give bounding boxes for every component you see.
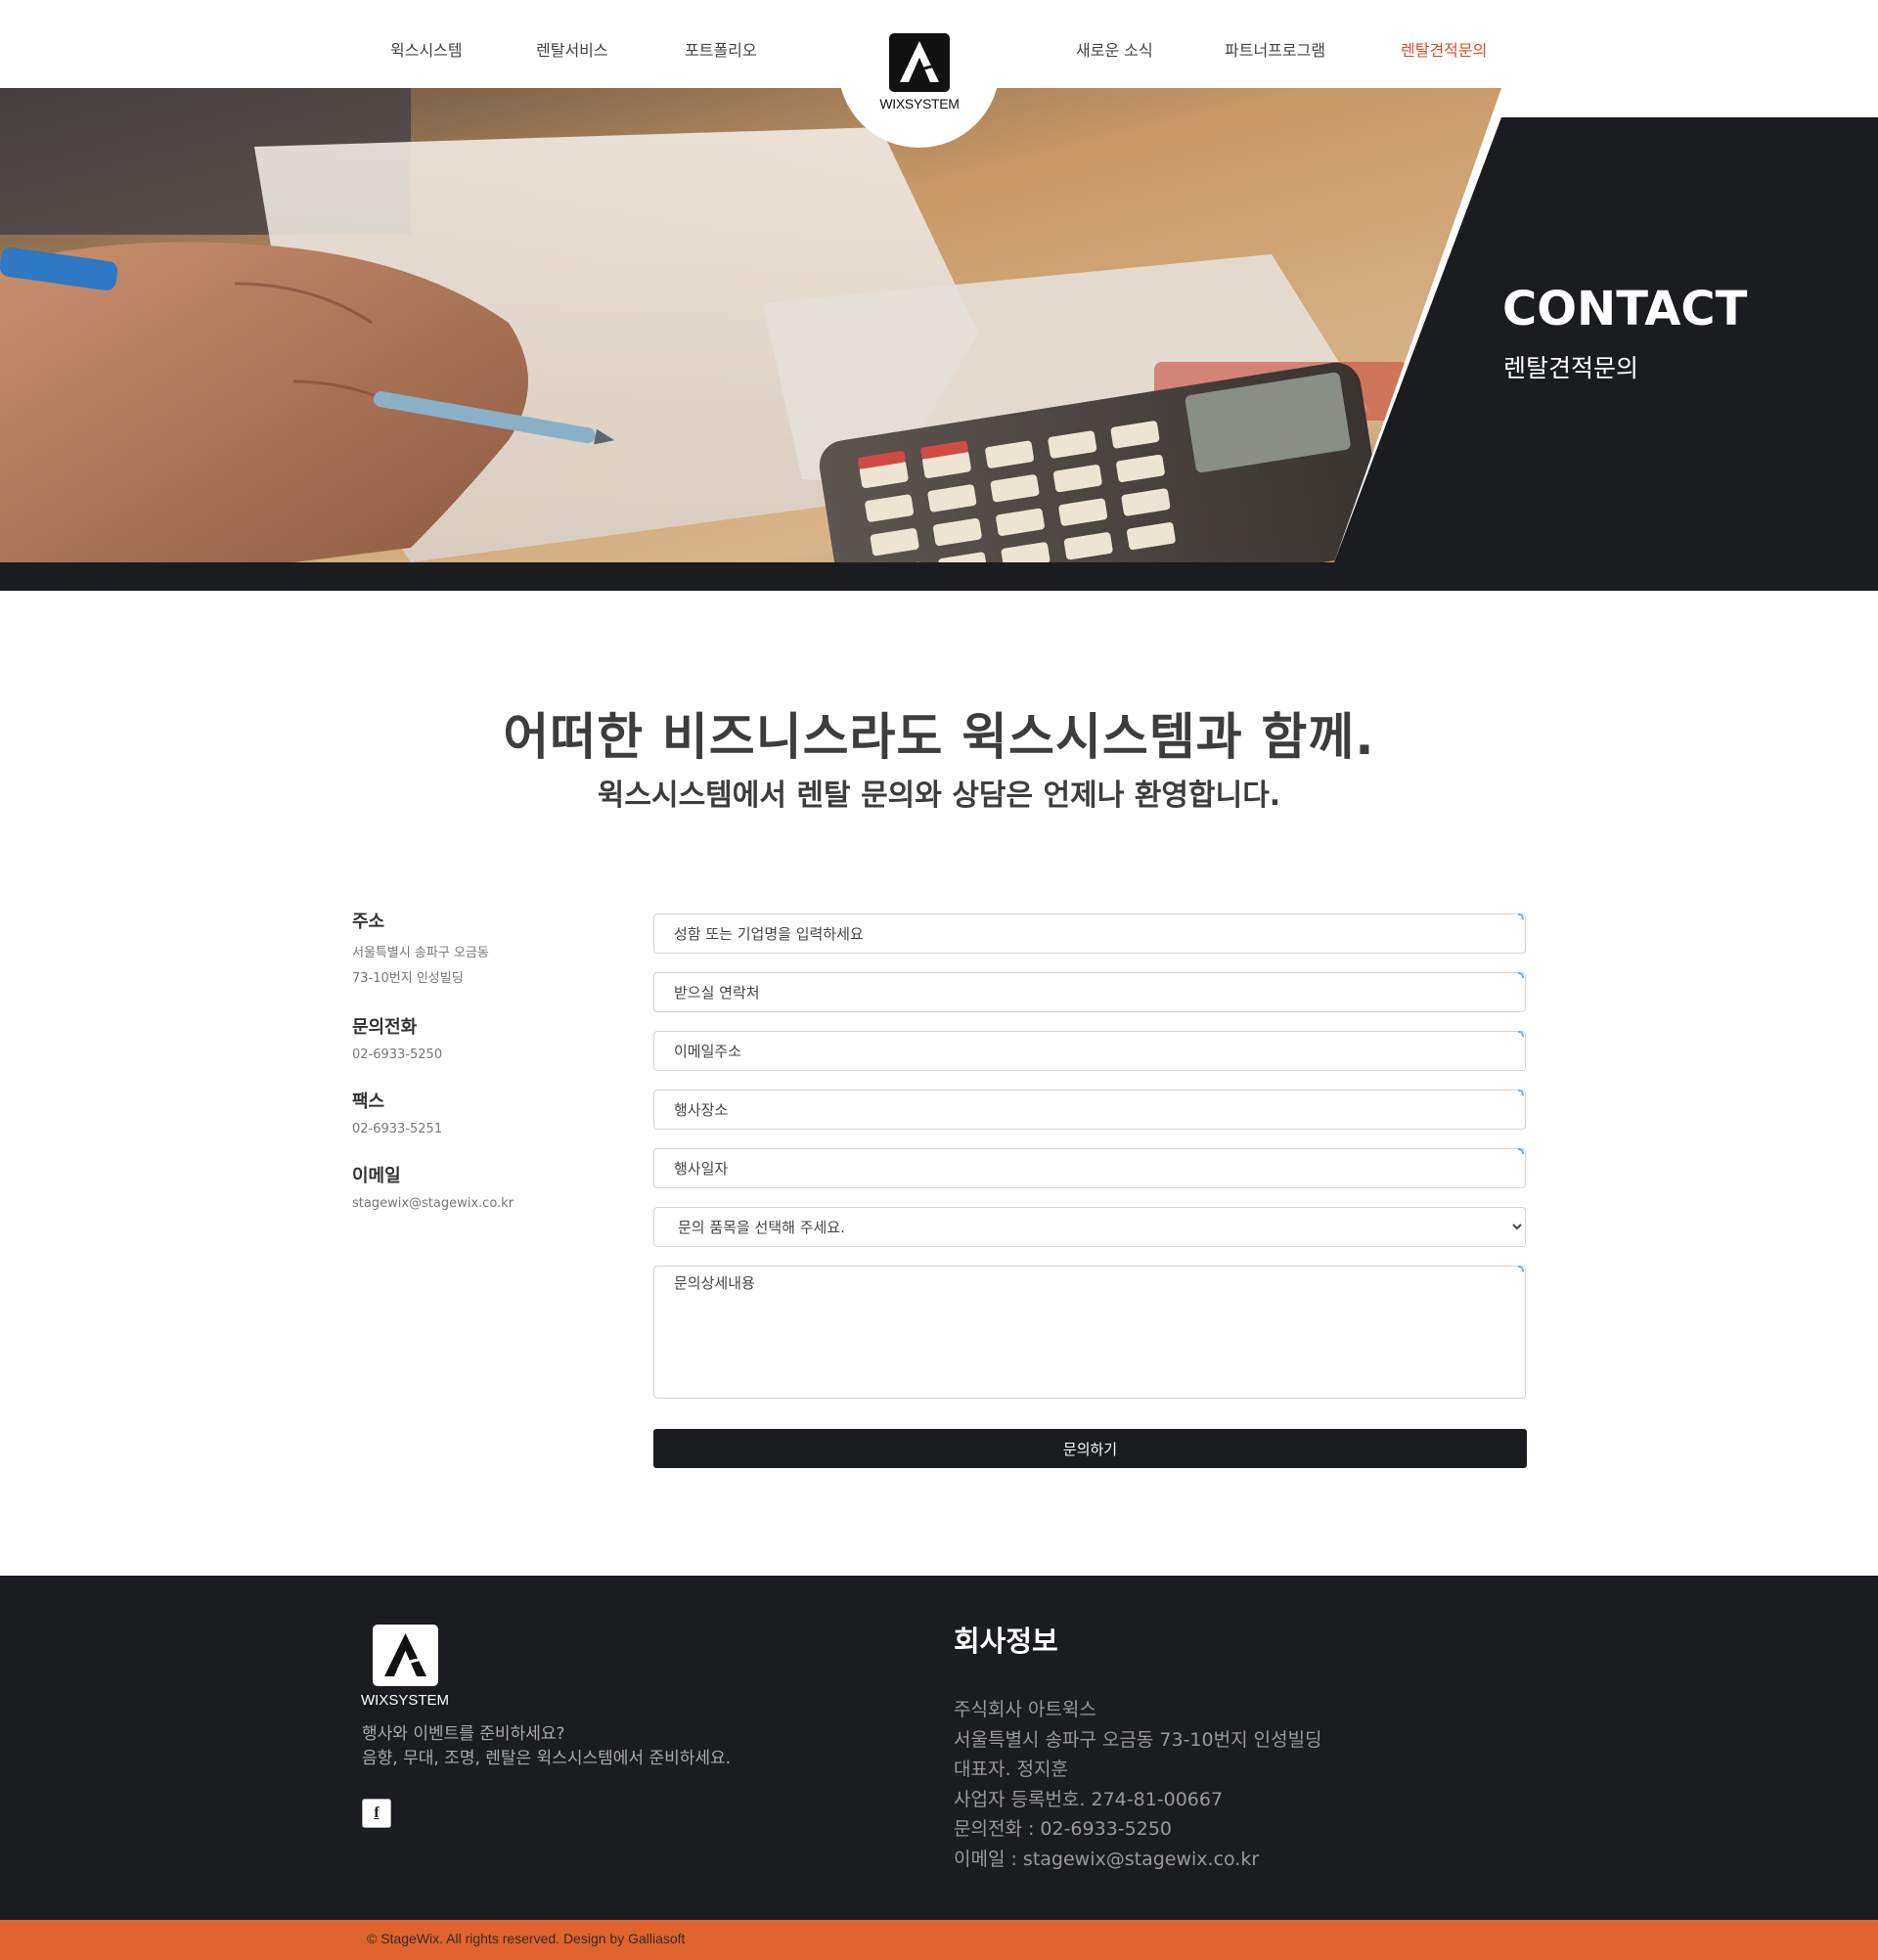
email-input[interactable] [653,1031,1526,1071]
footer-a-logo-icon[interactable] [373,1625,438,1686]
address-label: 주소 [352,912,385,932]
nav-item-rental-quote[interactable]: 렌탈견적문의 [1401,37,1487,61]
a-logo-icon[interactable] [889,33,950,92]
company-phone: 문의전화 : 02-6933-5250 [954,1818,1172,1840]
company-ceo: 대표자. 정지훈 [954,1759,1068,1780]
nav-item-partner-program[interactable]: 파트너프로그램 [1225,37,1325,61]
company-info-heading: 회사정보 [954,1625,1058,1658]
contact-info: 주소 서울특별시 송파구 오금동 73-10번지 인성빌딩 문의전화 02-69… [352,908,606,1217]
hero-banner [0,88,1878,591]
nav-item-news[interactable]: 새로운 소식 [1076,37,1153,61]
address-line2: 73-10번지 인성빌딩 [352,971,464,986]
logo-text: WIXSYSTEM [879,96,960,111]
footer-tagline-line2: 음향, 무대, 조명, 렌탈은 윅스시스템에서 준비하세요. [362,1749,732,1768]
details-textarea[interactable] [653,1266,1526,1399]
company-registration: 사업자 등록번호. 274-81-00667 [954,1788,1224,1810]
phone-value: 02-6933-5250 [352,1047,443,1062]
phone-label: 문의전화 [352,1017,418,1038]
hero-bottom-band [0,562,1878,591]
email-label: 이메일 [352,1166,401,1186]
event-date-input[interactable] [653,1148,1526,1188]
fax-value: 02-6933-5251 [352,1122,443,1136]
footer-tagline-line1: 행사와 이벤트를 준비하세요? [362,1724,565,1744]
company-info-list: 주식회사 아트윅스 서울특별시 송파구 오금동 73-10번지 인성빌딩 대표자… [954,1695,1322,1874]
company-email: 이메일 : stagewix@stagewix.co.kr [954,1848,1260,1870]
nav-item-portfolio[interactable]: 포트폴리오 [685,37,757,61]
address-line1: 서울특별시 송파구 오금동 [352,946,489,960]
intro-subline: 윅스시스템에서 렌탈 문의와 상담은 언제나 환영합니다. [597,779,1281,813]
fax-label: 팩스 [352,1091,385,1112]
hero-title: CONTACT [1502,282,1748,336]
footer [0,1576,1878,1920]
facebook-icon[interactable]: f [362,1799,391,1828]
footer-tagline: 행사와 이벤트를 준비하세요? 음향, 무대, 조명, 렌탈은 윅스시스템에서 … [362,1722,731,1771]
company-address: 서울특별시 송파구 오금동 73-10번지 인성빌딩 [954,1728,1322,1751]
name-input[interactable] [653,913,1526,954]
category-select[interactable]: 문의 품목을 선택해 주세요. [653,1207,1526,1247]
venue-input[interactable] [653,1090,1526,1130]
submit-button[interactable]: 문의하기 [653,1429,1527,1468]
company-name: 주식회사 아트윅스 [954,1699,1096,1720]
footer-logo-text: WIXSYSTEM [360,1692,449,1709]
nav-item-rental-service[interactable]: 렌탈서비스 [536,37,608,61]
phone-input[interactable] [653,972,1526,1012]
nav-item-wixsystem[interactable]: 윅스시스템 [390,37,463,61]
email-value: stagewix@stagewix.co.kr [352,1196,514,1211]
hero-subtitle: 렌탈견적문의 [1503,354,1639,382]
copyright-bar [0,1920,1878,1960]
copyright-text: © StageWix. All rights reserved. Design … [367,1931,686,1946]
intro-headline: 어떠한 비즈니스라도 윅스시스템과 함께. [503,709,1375,767]
